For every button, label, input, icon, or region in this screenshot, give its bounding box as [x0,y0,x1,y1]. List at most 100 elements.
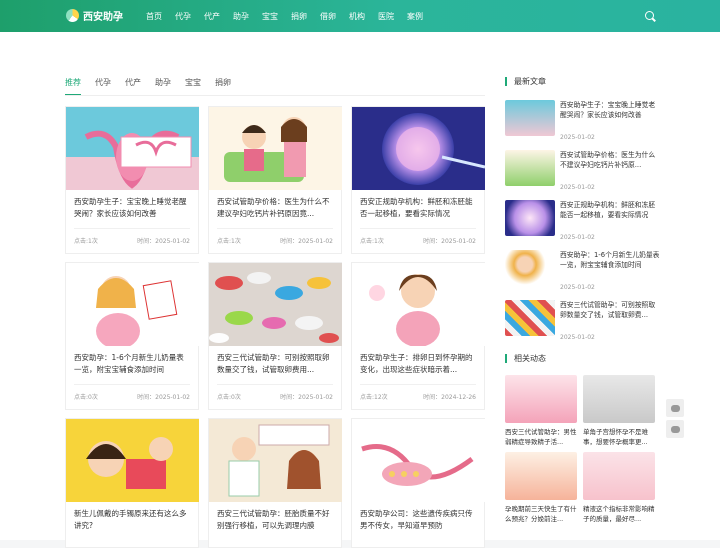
latest-title[interactable]: 西安三代试管助孕：可别按照取卵数量交了钱，试管取卵费... [560,300,660,330]
latest-article-item[interactable]: 西安三代试管助孕：可别按照取卵数量交了钱，试管取卵费... 2025-01-02 [505,300,660,344]
site-logo[interactable]: 西安助孕 [66,8,123,23]
related-news-heading: 相关动态 [505,354,546,363]
nav-item-delivery[interactable]: 代产 [204,11,220,22]
latest-thumb [505,250,555,286]
card-time: 时间：2025-01-02 [137,394,190,401]
card-meta: 点击:0次 时间：2025-01-02 [74,384,190,401]
tab-baby[interactable]: 宝宝 [185,77,201,96]
latest-title[interactable]: 西安正规助孕机构：鲜胚和冻胚能否一起移植，要看实际情况 [560,200,660,230]
latest-date: 2025-01-02 [560,134,595,141]
card-title[interactable]: 西安助孕生子：宝宝晚上睡觉老醒哭闹？家长应该如何改善 [66,190,198,228]
tab-egg-donation[interactable]: 捐卵 [215,77,231,96]
card-meta: 点击:1次 时间：2025-01-02 [360,228,476,245]
logo-text: 西安助孕 [83,12,123,23]
nav-item-assisted[interactable]: 助孕 [233,11,249,22]
logo-icon [66,9,79,22]
latest-thumb [505,100,555,136]
latest-title[interactable]: 西安助孕生子：宝宝晚上睡觉老醒哭闹？家长应该如何改善 [560,100,660,130]
card-title[interactable]: 西安三代试管助孕：可别按照取卵数量交了钱，试管取卵费用... [209,346,341,384]
tabs-divider [65,95,485,96]
related-thumb [583,452,655,500]
related-thumb [583,375,655,423]
baby-family [66,419,199,502]
egg-cell [352,107,485,190]
related-item[interactable]: 西安三代试管助孕：男性弱精症导致精子活... [505,375,577,447]
latest-article-item[interactable]: 西安正规助孕机构：鲜胚和冻胚能否一起移植，要看实际情况 2025-01-02 [505,200,660,244]
card-clicks: 点击:0次 [74,394,98,401]
card-time: 时间：2025-01-02 [280,238,333,245]
card-time: 时间：2025-01-02 [423,238,476,245]
card-title[interactable]: 西安正规助孕机构：鲜胚和冻胚能否一起移植，要看实际情况 [352,190,484,228]
article-card[interactable]: 西安助孕：1-6个月新生儿奶量表一览，附宝宝辅食添加时间 点击:0次 时间：20… [65,262,199,410]
latest-article-item[interactable]: 西安助孕生子：宝宝晚上睡觉老醒哭闹？家长应该如何改善 2025-01-02 [505,100,660,144]
latest-article-item[interactable]: 西安试管助孕价格：医生为什么不建议孕妇吃钙片补钙原... 2025-01-02 [505,150,660,194]
ovary [352,419,485,502]
tab-assisted[interactable]: 助孕 [155,77,171,96]
wechat-icon [670,425,680,433]
pregnant-cartoon [66,263,199,346]
card-title[interactable]: 西安助孕公司：这些遗传疾病只传男不传女，早知道早预防 [352,502,484,540]
card-clicks: 点击:0次 [217,394,241,401]
related-title[interactable]: 单角子宫想怀孕不是难事，想要怀孕概率更... [583,427,655,447]
wechat-float-button[interactable] [666,420,684,438]
uterus-illustration [66,107,199,190]
card-clicks: 点击:1次 [74,238,98,245]
card-title[interactable]: 西安试管助孕价格：医生为什么不建议孕妇吃钙片补钙原因竟... [209,190,341,228]
latest-date: 2025-01-02 [560,234,595,241]
article-card[interactable]: 西安正规助孕机构：鲜胚和冻胚能否一起移植，要看实际情况 点击:1次 时间：202… [351,106,485,254]
article-card[interactable]: 西安助孕生子：宝宝晚上睡觉老醒哭闹？家长应该如何改善 点击:1次 时间：2025… [65,106,199,254]
site-header: 西安助孕 首页 代孕 代产 助孕 宝宝 捐卵 借卵 机构 医院 案例 [0,0,720,32]
latest-date: 2025-01-02 [560,184,595,191]
article-card[interactable]: 西安三代试管助孕：胚胎质量不好别强行移植，可以先调理内膜 [208,418,342,548]
related-item[interactable]: 精液这个指标非常影响精子的质量，最好尽... [583,452,655,524]
main-nav: 首页 代孕 代产 助孕 宝宝 捐卵 借卵 机构 医院 案例 [146,11,423,22]
category-tabs: 推荐 代孕 代产 助孕 宝宝 捐卵 [65,77,231,96]
latest-title[interactable]: 西安试管助孕价格：医生为什么不建议孕妇吃钙片补钙原... [560,150,660,180]
article-card[interactable]: 西安助孕公司：这些遗传疾病只传男不传女，早知道早预防 [351,418,485,548]
nav-item-institution[interactable]: 机构 [349,11,365,22]
latest-article-item[interactable]: 西安助孕：1-6个月新生儿奶量表一览，附宝宝辅食添加时间 2025-01-02 [505,250,660,294]
nav-item-home[interactable]: 首页 [146,11,162,22]
nav-item-hospital[interactable]: 医院 [378,11,394,22]
latest-date: 2025-01-02 [560,284,595,291]
related-thumb [505,375,577,423]
latest-thumb [505,150,555,186]
tab-recommend[interactable]: 推荐 [65,77,81,96]
nav-item-baby[interactable]: 宝宝 [262,11,278,22]
doctor-cartoon [209,419,342,502]
article-card[interactable]: 西安三代试管助孕：可别按照取卵数量交了钱，试管取卵费用... 点击:0次 时间：… [208,262,342,410]
card-meta: 点击:12次 时间：2024-12-26 [360,384,476,401]
related-thumb [505,452,577,500]
related-item[interactable]: 孕晚期前三天快生了有什么预兆？分娩前注... [505,452,577,524]
card-title[interactable]: 新生儿佩戴的手镯原来还有这么多讲究? [66,502,198,540]
latest-thumb [505,300,555,336]
tab-surrogacy[interactable]: 代孕 [95,77,111,96]
card-title[interactable]: 西安助孕生子：排卵日到怀孕期的变化，出现这些症状暗示着... [352,346,484,384]
chat-icon [670,404,680,412]
card-clicks: 点击:1次 [360,238,384,245]
article-card[interactable]: 西安助孕生子：排卵日到怀孕期的变化，出现这些症状暗示着... 点击:12次 时间… [351,262,485,410]
nav-item-egg-borrow[interactable]: 借卵 [320,11,336,22]
card-title[interactable]: 西安三代试管助孕：胚胎质量不好别强行移植，可以先调理内膜 [209,502,341,540]
chat-float-button[interactable] [666,399,684,417]
latest-articles-heading: 最新文章 [505,77,546,86]
article-card[interactable]: 新生儿佩戴的手镯原来还有这么多讲究? [65,418,199,548]
related-title[interactable]: 孕晚期前三天快生了有什么预兆？分娩前注... [505,504,577,524]
article-card[interactable]: 西安试管助孕价格：医生为什么不建议孕妇吃钙片补钙原因竟... 点击:1次 时间：… [208,106,342,254]
latest-title[interactable]: 西安助孕：1-6个月新生儿奶量表一览，附宝宝辅食添加时间 [560,250,660,280]
nav-item-egg-donation[interactable]: 捐卵 [291,11,307,22]
search-icon[interactable] [645,11,654,20]
card-meta: 点击:1次 时间：2025-01-02 [74,228,190,245]
related-item[interactable]: 单角子宫想怀孕不是难事，想要怀孕概率更... [583,375,655,447]
girl-cartoon [352,263,485,346]
card-time: 时间：2025-01-02 [137,238,190,245]
card-title[interactable]: 西安助孕：1-6个月新生儿奶量表一览，附宝宝辅食添加时间 [66,346,198,384]
nav-item-cases[interactable]: 案例 [407,11,423,22]
tab-delivery[interactable]: 代产 [125,77,141,96]
card-time: 时间：2025-01-02 [280,394,333,401]
family-cartoon [209,107,342,190]
related-title[interactable]: 精液这个指标非常影响精子的质量，最好尽... [583,504,655,524]
related-title[interactable]: 西安三代试管助孕：男性弱精症导致精子活... [505,427,577,447]
nav-item-surrogacy[interactable]: 代孕 [175,11,191,22]
card-clicks: 点击:12次 [360,394,388,401]
